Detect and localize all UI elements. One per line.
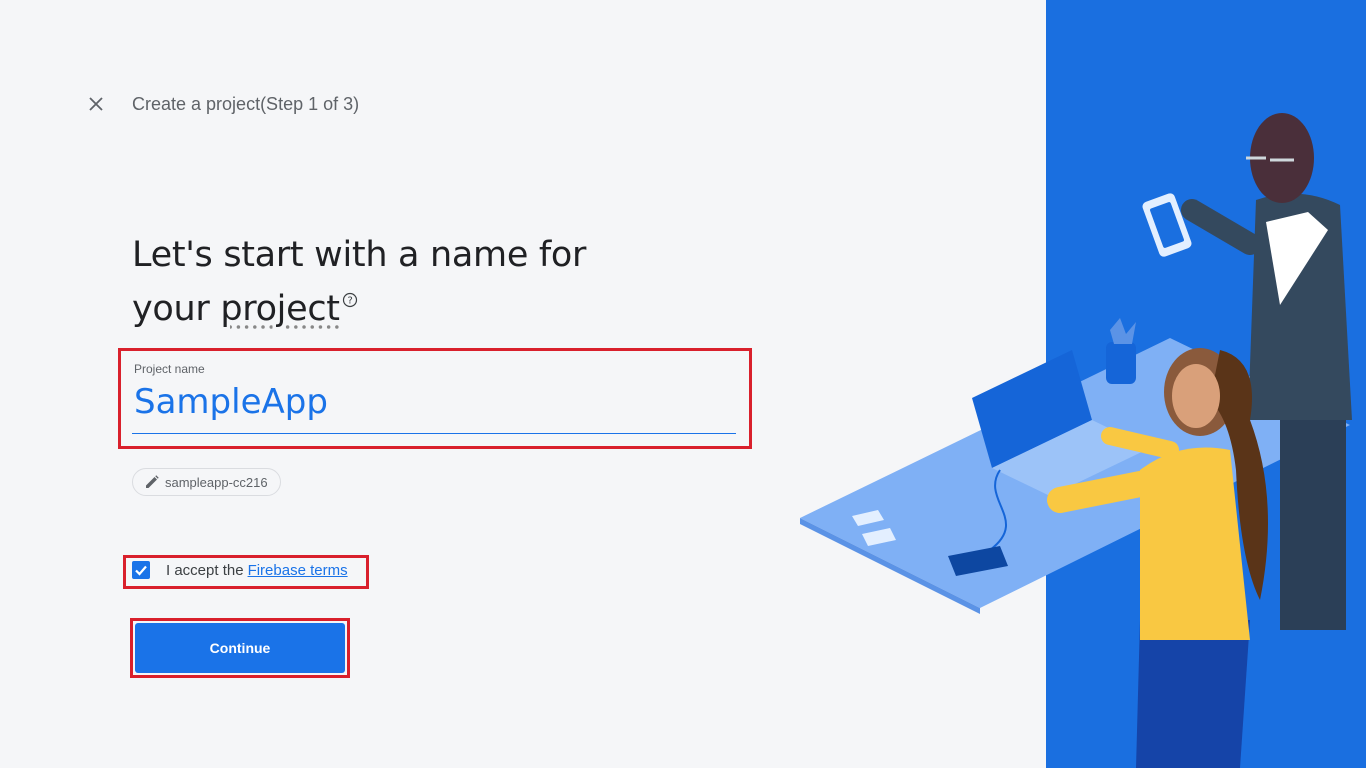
hero-illustration [800,0,1366,768]
terms-row: I accept the Firebase terms [131,561,348,579]
project-name-field: Project name [132,360,736,434]
project-name-label: Project name [134,362,205,376]
help-icon-glyph: ? [347,296,352,307]
close-button[interactable] [84,88,108,120]
headline-line1: Let's start with a name for [132,235,587,275]
terms-checkbox[interactable] [132,561,150,579]
continue-button[interactable]: Continue [135,623,345,673]
checkmark-icon [135,565,147,576]
help-icon[interactable]: ? [342,292,358,312]
project-term-link[interactable]: project [220,289,340,329]
header-bar: Create a project(Step 1 of 3) [84,88,359,120]
project-id-label: sampleapp-cc216 [165,474,268,490]
headline-line2-prefix: your [132,289,221,329]
illustration-woman-legs [1136,620,1250,768]
headline: Let's start with a name for your project… [132,228,652,336]
pencil-icon [146,475,159,488]
terms-text: I accept the [166,561,244,579]
page-title: Create a project(Step 1 of 3) [132,93,360,114]
create-project-page: Create a project(Step 1 of 3) Let's star… [0,0,1366,768]
project-name-input[interactable] [132,382,736,422]
firebase-terms-link[interactable]: Firebase terms [248,562,348,579]
project-id-chip[interactable]: sampleapp-cc216 [132,468,281,496]
close-icon [89,97,103,111]
illustration-man-legs [1280,390,1346,630]
